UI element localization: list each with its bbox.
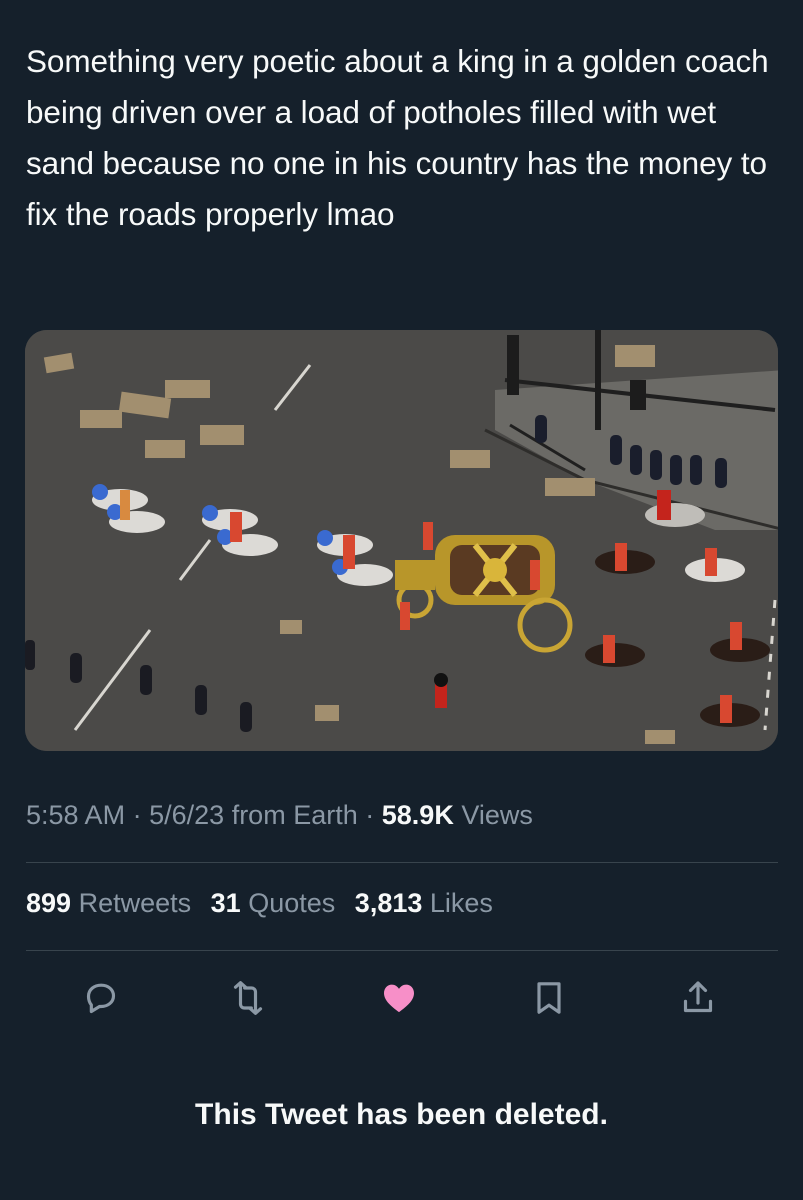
views-count: 58.9K [381, 800, 454, 830]
share-icon [683, 981, 713, 1013]
quotes-count: 31 [210, 888, 241, 918]
divider [26, 862, 778, 863]
reply-icon [86, 983, 116, 1014]
tweet-source: from Earth [231, 800, 358, 830]
tweet-time[interactable]: 5:58 AM [26, 800, 125, 830]
share-button[interactable] [668, 968, 728, 1028]
photo-illustration [25, 330, 778, 751]
retweet-icon [233, 981, 263, 1015]
tweet-photo[interactable] [25, 330, 778, 751]
retweets-count: 899 [26, 888, 72, 918]
views-label: Views [461, 800, 533, 830]
tweet-meta: 5:58 AM · 5/6/23 from Earth · 58.9K View… [26, 800, 533, 831]
deleted-notice: This Tweet has been deleted. [195, 1098, 608, 1131]
retweets-label: Retweets [78, 888, 192, 918]
quotes-label: Quotes [248, 888, 336, 918]
tweet-text: Something very poetic about a king in a … [26, 43, 769, 232]
meta-separator: · [132, 800, 142, 830]
retweet-button[interactable] [218, 968, 278, 1028]
likes-stat[interactable]: 3,813 Likes [355, 888, 493, 918]
bookmark-icon [537, 982, 561, 1014]
divider [26, 950, 778, 951]
likes-count: 3,813 [354, 888, 423, 918]
heart-icon [384, 984, 414, 1013]
meta-separator: · [365, 800, 375, 830]
reply-button[interactable] [71, 968, 131, 1028]
likes-label: Likes [429, 888, 493, 918]
tweet-date[interactable]: 5/6/23 [149, 800, 224, 830]
quotes-stat[interactable]: 31 Quotes [211, 888, 336, 918]
like-button[interactable] [369, 968, 429, 1028]
engagement-stats: 899 Retweets 31 Quotes 3,813 Likes [26, 888, 505, 919]
retweets-stat[interactable]: 899 Retweets [26, 888, 191, 918]
action-bar [0, 968, 803, 1028]
bookmark-button[interactable] [519, 968, 579, 1028]
